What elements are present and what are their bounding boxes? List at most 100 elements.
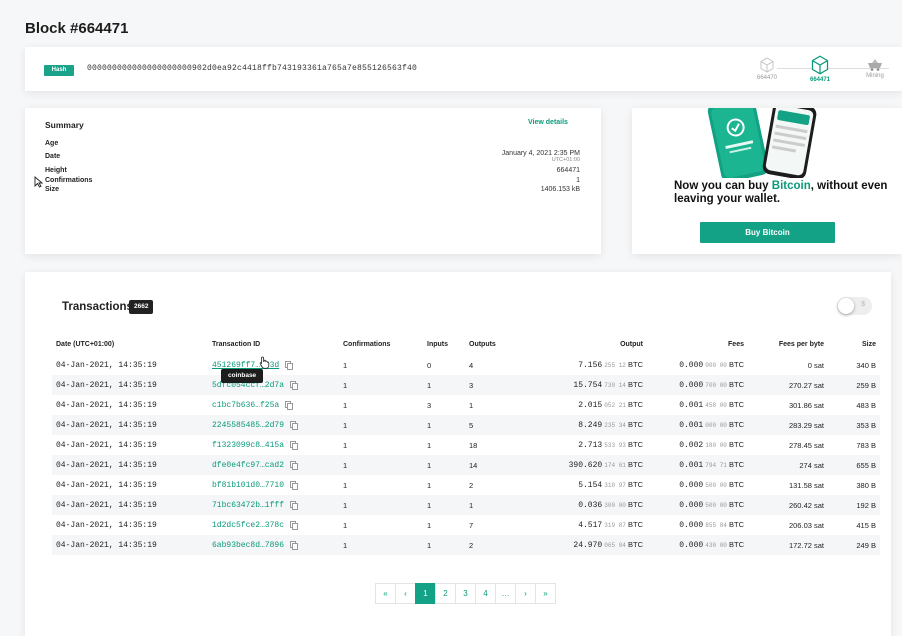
copy-icon[interactable] [290, 480, 299, 490]
tx-fee-amount: 0.000 855 84 BTC [647, 515, 748, 535]
currency-toggle[interactable]: $ [837, 297, 872, 315]
fee-main: 0.001 [679, 461, 704, 470]
output-dim: 052 21 [604, 402, 626, 409]
tx-date: 04-Jan-2021, 14:35:19 [52, 395, 208, 415]
fee-main: 0.000 [679, 541, 704, 550]
output-dim: 319 87 [604, 522, 626, 529]
fee-main: 0.000 [679, 481, 704, 490]
tx-confirmations: 1 [339, 455, 423, 475]
table-row[interactable]: 04-Jan-2021, 14:35:19 451269ff7…843d 1 0 4 7.… [52, 355, 880, 375]
prev-block-link[interactable]: 664470 [752, 57, 782, 81]
fee-main: 0.000 [679, 381, 704, 390]
transactions-table: Date (UTC+01:00) Transaction ID Confirma… [52, 333, 880, 555]
tx-id-link[interactable]: f1323099c8…415a [212, 441, 284, 450]
copy-icon[interactable] [290, 500, 299, 510]
buy-bitcoin-button[interactable]: Buy Bitcoin [700, 222, 835, 243]
col-header-date[interactable]: Date (UTC+01:00) [52, 333, 208, 355]
fee-dim: 458 00 [705, 402, 727, 409]
copy-icon[interactable] [290, 440, 299, 450]
tx-id-link[interactable]: 1d2dc5fce2…378c [212, 521, 284, 530]
tx-fee-amount: 0.001 000 00 BTC [647, 415, 748, 435]
tx-fee-per-byte: 274 sat [748, 455, 828, 475]
page-3-button[interactable]: 3 [455, 583, 476, 604]
tx-output-amount: 7.156 255 12 BTC [525, 355, 647, 375]
col-header-outputs[interactable]: Outputs [465, 333, 525, 355]
output-dim: 533 93 [604, 442, 626, 449]
table-row[interactable]: 04-Jan-2021, 14:35:19 bf81b101d0…7710 1 1 2 5… [52, 475, 880, 495]
date-value: January 4, 2021 2:35 PM [501, 150, 580, 157]
tx-inputs: 1 [423, 475, 465, 495]
tx-id-link[interactable]: c1bc7b636…f25a [212, 401, 279, 410]
cube-icon [760, 57, 774, 73]
tx-size: 259 B [828, 375, 880, 395]
table-row[interactable]: 04-Jan-2021, 14:35:19 dfe0e4fc97…cad2 1 1 14… [52, 455, 880, 475]
tx-confirmations: 1 [339, 495, 423, 515]
fee-dim: 700 00 [705, 382, 727, 389]
col-header-fees[interactable]: Fees [647, 333, 748, 355]
tx-output-amount: 2.713 533 93 BTC [525, 435, 647, 455]
block-hash-value[interactable]: 000000000000000000000902d0ea92c4418ffb74… [87, 64, 417, 73]
fee-main: 0.000 [679, 501, 704, 510]
transactions-card: Transactions 2662 $ Date (UTC+01:00) Tra… [25, 272, 891, 636]
tx-fee-per-byte: 270.27 sat [748, 375, 828, 395]
copy-icon[interactable] [290, 380, 299, 390]
col-header-confirmations[interactable]: Confirmations [339, 333, 423, 355]
copy-icon[interactable] [290, 460, 299, 470]
tx-id-link[interactable]: dfe0e4fc97…cad2 [212, 461, 284, 470]
view-details-link[interactable]: View details [528, 119, 568, 126]
page-prev-button[interactable]: ‹ [395, 583, 416, 604]
tx-outputs: 4 [465, 355, 525, 375]
tx-id-link[interactable]: 71bc63472b…1fff [212, 501, 284, 510]
output-main: 5.154 [578, 481, 603, 490]
copy-icon[interactable] [290, 420, 299, 430]
copy-icon[interactable] [285, 400, 294, 410]
table-header-row: Date (UTC+01:00) Transaction ID Confirma… [52, 333, 880, 355]
col-header-fees-per-byte[interactable]: Fees per byte [748, 333, 828, 355]
output-main: 8.249 [578, 421, 603, 430]
page-last-button[interactable]: » [535, 583, 556, 604]
tx-size: 249 B [828, 535, 880, 555]
current-block-link[interactable]: 664471 [803, 55, 837, 83]
tx-confirmations: 1 [339, 355, 423, 375]
fee-unit: BTC [729, 400, 744, 409]
page-4-button[interactable]: 4 [475, 583, 496, 604]
prev-block-label: 664470 [756, 75, 778, 81]
output-main: 24.970 [573, 541, 603, 550]
table-row[interactable]: 04-Jan-2021, 14:35:19 f1323099c8…415a 1 1 18… [52, 435, 880, 455]
promo-card: Now you can buy Bitcoin, without even le… [632, 108, 902, 254]
table-row[interactable]: 04-Jan-2021, 14:35:19 1d2dc5fce2…378c 1 1 7 4… [52, 515, 880, 535]
toggle-knob[interactable] [838, 298, 854, 314]
tx-id-link[interactable]: 2245585485…2d79 [212, 421, 284, 430]
mining-link[interactable]: Mining [858, 57, 892, 79]
col-header-size[interactable]: Size [828, 333, 880, 355]
table-row[interactable]: 04-Jan-2021, 14:35:19 71bc63472b…1fff 1 1 1 0… [52, 495, 880, 515]
timezone-value: UTC+01:00 [551, 157, 580, 163]
col-header-txid[interactable]: Transaction ID [208, 333, 339, 355]
col-header-inputs[interactable]: Inputs [423, 333, 465, 355]
output-unit: BTC [628, 380, 643, 389]
output-main: 2.015 [578, 401, 603, 410]
copy-icon[interactable] [290, 540, 299, 550]
tx-fee-per-byte: 301.86 sat [748, 395, 828, 415]
table-row[interactable]: 04-Jan-2021, 14:35:19 2245585485…2d79 1 1 5 8… [52, 415, 880, 435]
summary-card: Summary View details Age Date January 4,… [25, 108, 601, 254]
copy-icon[interactable] [290, 520, 299, 530]
tx-size: 353 B [828, 415, 880, 435]
tx-fee-amount: 0.000 700 00 BTC [647, 375, 748, 395]
table-row[interactable]: 04-Jan-2021, 14:35:19 c1bc7b636…f25a 1 3 1 2.… [52, 395, 880, 415]
tx-id-link[interactable]: bf81b101d0…7710 [212, 481, 284, 490]
output-main: 4.517 [578, 521, 603, 530]
copy-icon[interactable] [285, 360, 294, 370]
table-row[interactable]: 04-Jan-2021, 14:35:19 6ab93bec8d…7896 1 1 2 2… [52, 535, 880, 555]
page-next-button[interactable]: › [515, 583, 536, 604]
tx-date: 04-Jan-2021, 14:35:19 [52, 475, 208, 495]
col-header-output[interactable]: Output [525, 333, 647, 355]
tx-size: 380 B [828, 475, 880, 495]
page-2-button[interactable]: 2 [435, 583, 456, 604]
page-1-button[interactable]: 1 [415, 583, 436, 604]
output-dim: 174 61 [604, 462, 626, 469]
table-row[interactable]: 04-Jan-2021, 14:35:19 5dfc054ccf…2d7a 1 1 3 1… [52, 375, 880, 395]
tx-id-link[interactable]: 6ab93bec8d…7896 [212, 541, 284, 550]
output-dim: 310 97 [604, 482, 626, 489]
page-first-button[interactable]: « [375, 583, 396, 604]
